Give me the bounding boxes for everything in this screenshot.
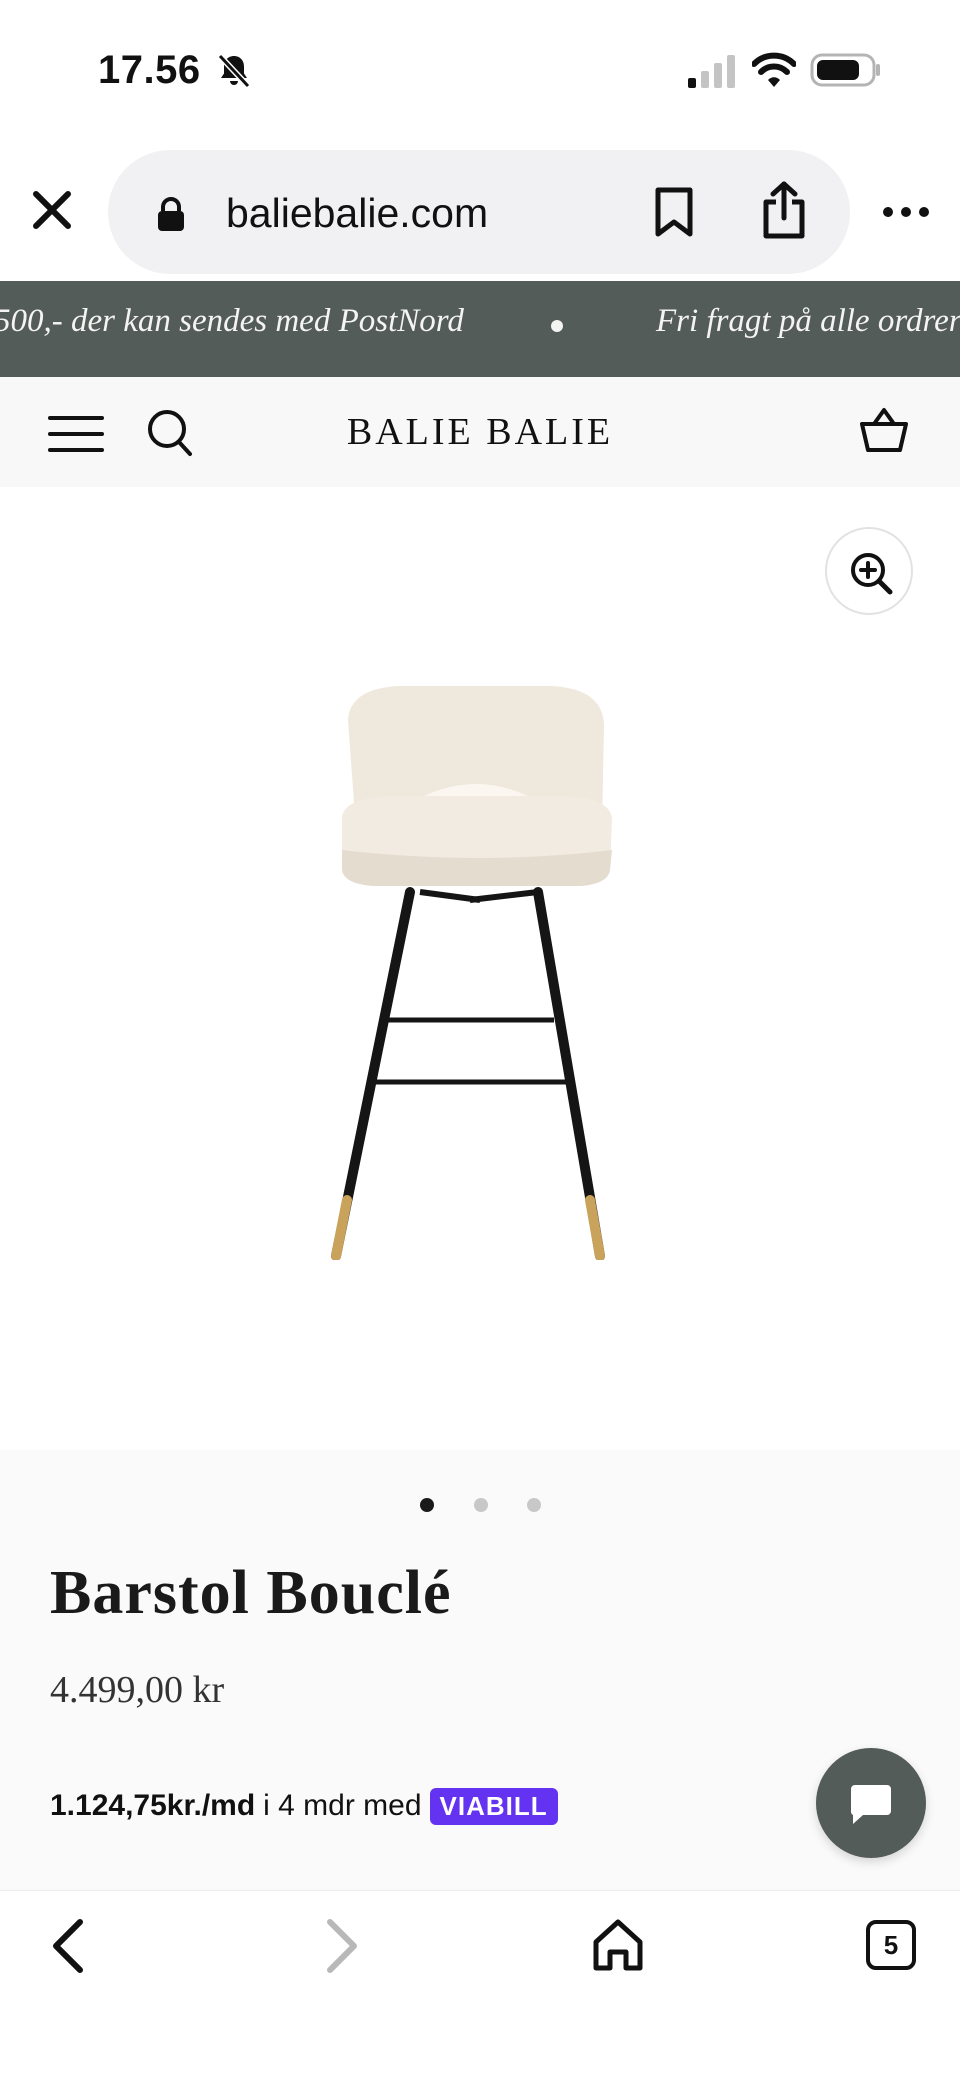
carousel-dot-3[interactable]	[527, 1498, 541, 1512]
url-text[interactable]: baliebalie.com	[226, 190, 488, 237]
product-price: 4.499,00 kr	[50, 1669, 225, 1711]
installment-info[interactable]: 1.124,75kr./md i 4 mdr med VIABILL	[50, 1786, 558, 1826]
viabill-logo: VIABILL	[429, 1787, 558, 1825]
barstool-image	[331, 686, 612, 1260]
carousel-dot-2[interactable]	[474, 1498, 488, 1512]
store-logo[interactable]: BALIE BALIE	[0, 410, 960, 454]
chat-button[interactable]	[816, 1748, 926, 1858]
carousel-dot-1[interactable]	[420, 1498, 434, 1512]
chat-bubble-icon	[850, 1785, 891, 1824]
bookmark-icon[interactable]	[652, 186, 696, 238]
tabs-button[interactable]: 5	[866, 1920, 916, 1970]
signal-icon	[688, 55, 735, 88]
browser-bottom-toolbar	[0, 1890, 960, 2081]
forward-icon[interactable]	[322, 1916, 362, 1976]
announcement-separator	[551, 320, 563, 332]
status-time: 17.56	[98, 48, 201, 92]
wifi-icon	[752, 52, 796, 87]
zoom-in-icon	[851, 553, 893, 595]
installment-terms: i 4 mdr med	[263, 1789, 422, 1822]
back-icon[interactable]	[48, 1916, 88, 1976]
close-icon[interactable]	[28, 186, 76, 234]
zoom-button[interactable]	[825, 527, 913, 615]
lock-icon	[158, 197, 184, 231]
battery-icon	[810, 53, 880, 87]
announcement-text: 500,- der kan sendes med PostNord	[0, 303, 464, 339]
status-bar: 17.56	[0, 0, 960, 140]
announcement-text: Fri fragt på alle ordrer	[656, 303, 960, 339]
cart-icon[interactable]	[858, 404, 910, 456]
home-icon[interactable]	[592, 1918, 644, 1972]
product-title: Barstol Bouclé	[50, 1559, 452, 1627]
more-icon[interactable]	[882, 200, 930, 224]
installment-amount: 1.124,75kr./md	[50, 1789, 256, 1822]
share-icon[interactable]	[760, 180, 808, 240]
announcement-bar: 500,- der kan sendes med PostNord Fri fr…	[0, 281, 960, 377]
bell-slash-icon	[217, 53, 251, 89]
